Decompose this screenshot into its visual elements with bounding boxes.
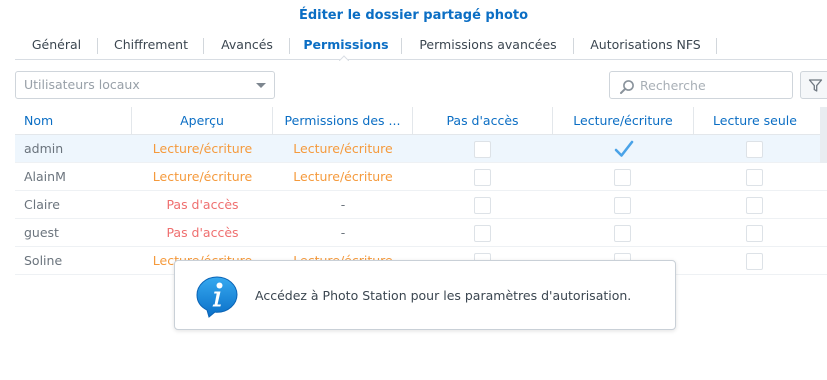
read-only-checkbox[interactable]	[746, 197, 763, 214]
row-permissions: Lecture/écriture	[293, 169, 393, 184]
filter-button[interactable]	[800, 71, 827, 99]
tab-advanced-permissions[interactable]: Permissions avancées	[402, 32, 574, 59]
vertical-scrollbar[interactable]	[820, 107, 827, 163]
user-type-select[interactable]: Utilisateurs locaux	[15, 71, 275, 99]
info-toast: Accédez à Photo Station pour les paramèt…	[174, 260, 676, 330]
checkmark-icon	[614, 140, 634, 157]
no-access-checkbox[interactable]	[474, 197, 491, 214]
no-access-checkbox[interactable]	[474, 169, 491, 186]
chevron-down-icon	[256, 83, 266, 88]
active-tab-indicator	[339, 55, 349, 61]
row-name: guest	[24, 225, 59, 240]
no-access-checkbox[interactable]	[474, 141, 491, 158]
user-type-select-value: Utilisateurs locaux	[24, 77, 140, 92]
row-preview: Pas d'accès	[166, 225, 239, 240]
column-header-no-access[interactable]: Pas d'accès	[413, 107, 553, 134]
row-permissions: -	[340, 225, 346, 240]
column-header-permissions[interactable]: Permissions des ...	[273, 107, 413, 134]
row-preview: Lecture/écriture	[152, 169, 253, 184]
read-only-checkbox[interactable]	[746, 169, 763, 186]
read-write-checkbox[interactable]	[614, 225, 631, 242]
table-header: Nom Aperçu Permissions des ... Pas d'acc…	[15, 107, 827, 135]
column-header-preview[interactable]: Aperçu	[132, 107, 273, 134]
tab-bar: Général Chiffrement Avancés Permissions …	[15, 32, 827, 60]
search-field[interactable]	[609, 71, 793, 99]
read-write-checkbox[interactable]	[614, 140, 634, 158]
row-name: Claire	[24, 197, 60, 212]
dialog-title: Éditer le dossier partagé photo	[298, 8, 529, 23]
tab-encryption[interactable]: Chiffrement	[98, 32, 204, 59]
permissions-table: Nom Aperçu Permissions des ... Pas d'acc…	[15, 107, 827, 275]
column-header-read-only[interactable]: Lecture seule	[694, 107, 816, 134]
row-name: AlainM	[24, 169, 66, 184]
info-bubble-icon	[196, 276, 238, 318]
tab-nfs-permissions[interactable]: Autorisations NFS	[574, 32, 717, 59]
no-access-checkbox[interactable]	[474, 225, 491, 242]
row-name: admin	[24, 141, 64, 156]
row-permissions: Lecture/écriture	[293, 141, 393, 156]
tab-advanced[interactable]: Avancés	[204, 32, 290, 59]
table-row[interactable]: Claire Pas d'accès -	[15, 191, 827, 219]
table-row[interactable]: admin Lecture/écriture Lecture/écriture	[15, 135, 827, 163]
read-write-checkbox[interactable]	[614, 197, 631, 214]
toast-message: Accédez à Photo Station pour les paramèt…	[255, 288, 632, 303]
read-only-checkbox[interactable]	[746, 253, 763, 270]
row-preview: Lecture/écriture	[152, 141, 253, 156]
read-only-checkbox[interactable]	[746, 225, 763, 242]
read-write-checkbox[interactable]	[614, 169, 631, 186]
row-name: Soline	[24, 253, 63, 268]
row-permissions: -	[340, 197, 346, 212]
funnel-icon	[808, 79, 823, 92]
table-row[interactable]: AlainM Lecture/écriture Lecture/écriture	[15, 163, 827, 191]
search-icon	[620, 80, 634, 94]
read-only-checkbox[interactable]	[746, 141, 763, 158]
tab-general[interactable]: Général	[15, 32, 98, 59]
column-header-name[interactable]: Nom	[15, 107, 132, 134]
row-preview: Pas d'accès	[166, 197, 239, 212]
table-row[interactable]: guest Pas d'accès -	[15, 219, 827, 247]
search-input[interactable]	[640, 76, 788, 94]
column-header-read-write[interactable]: Lecture/écriture	[553, 107, 694, 134]
